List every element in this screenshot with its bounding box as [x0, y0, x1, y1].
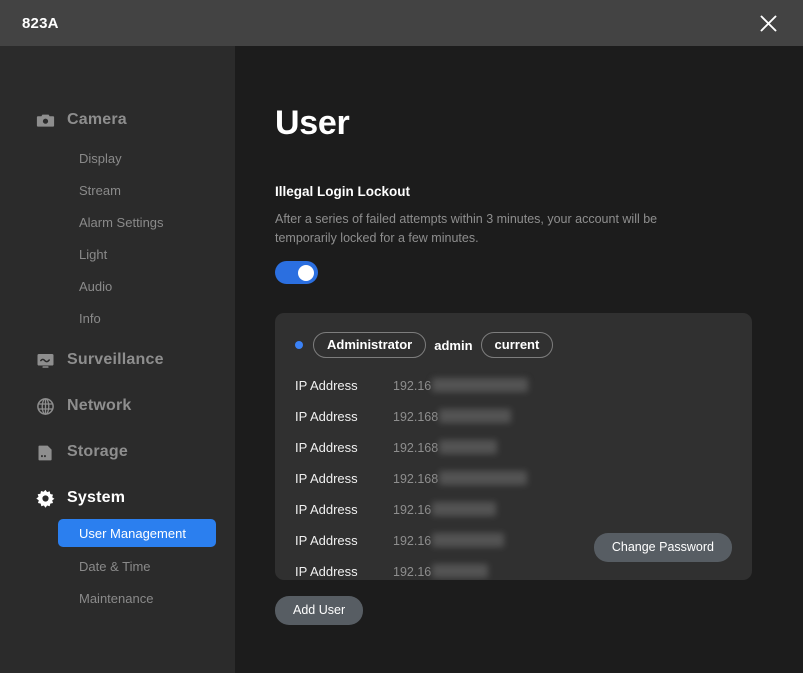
ip-address-label: IP Address [295, 378, 358, 393]
user-card-header: Administrator admin current [295, 332, 732, 358]
sidebar-item-light[interactable]: Light [0, 238, 235, 270]
page-title: User [275, 104, 350, 142]
ip-address-value: 192.16 [393, 502, 497, 517]
close-button[interactable] [745, 0, 791, 46]
redacted-ip-mask [439, 409, 512, 423]
ip-address-label: IP Address [295, 471, 358, 486]
sidebar-item-stream[interactable]: Stream [0, 174, 235, 206]
ip-address-value: 192.16 [393, 378, 529, 393]
role-pill[interactable]: Administrator [313, 332, 427, 358]
globe-icon [34, 395, 56, 417]
lockout-description: After a series of failed attempts within… [275, 212, 658, 245]
sidebar-group-camera[interactable]: Camera [0, 102, 235, 138]
sidebar-item-info[interactable]: Info [0, 302, 235, 334]
ip-address-value: 192.16 [393, 564, 489, 579]
ip-address-label: IP Address [295, 564, 358, 579]
ip-address-row: IP Address 192.168 [295, 463, 732, 494]
status-dot-icon [295, 341, 303, 349]
sidebar-item-date-time[interactable]: Date & Time [0, 550, 235, 582]
ip-address-value: 192.168 [393, 471, 528, 486]
sidebar-group-surveillance[interactable]: Surveillance [0, 342, 235, 378]
redacted-ip-mask [439, 471, 528, 485]
ip-address-row: IP Address 192.168 [295, 432, 732, 463]
add-user-wrapper: Add User [275, 596, 763, 625]
window-title: 823A [22, 14, 59, 32]
ip-address-row: IP Address 192.168 [295, 401, 732, 432]
ip-address-value: 192.168 [393, 440, 498, 455]
sdcard-icon [34, 441, 56, 463]
sidebar-group-label: Network [67, 397, 132, 414]
redacted-ip-mask [432, 564, 489, 578]
sidebar-item-alarm-settings[interactable]: Alarm Settings [0, 206, 235, 238]
redacted-ip-mask [432, 502, 497, 516]
sidebar-group-label: Camera [67, 111, 127, 128]
gear-icon [34, 487, 56, 509]
sidebar-group-system[interactable]: System [0, 480, 235, 516]
ip-address-label: IP Address [295, 533, 358, 548]
ip-address-label: IP Address [295, 440, 358, 455]
sidebar: Camera Display Stream Alarm Settings Light Au… [0, 46, 235, 673]
sidebar-group-storage[interactable]: Storage [0, 434, 235, 470]
sidebar-group-label: System [67, 489, 126, 506]
monitor-icon [34, 349, 56, 371]
sidebar-item-user-management[interactable]: User Management [58, 519, 216, 547]
close-icon [759, 14, 778, 33]
sidebar-group-label: Surveillance [67, 351, 164, 368]
ip-address-value: 192.168 [393, 409, 512, 424]
sidebar-item-maintenance[interactable]: Maintenance [0, 582, 235, 614]
title-bar: 823A [0, 0, 803, 46]
sidebar-item-audio[interactable]: Audio [0, 270, 235, 302]
lockout-section-title: Illegal Login Lockout [275, 184, 410, 199]
sidebar-group-label: Storage [67, 443, 128, 460]
redacted-ip-mask [432, 378, 529, 392]
user-card: Administrator admin current IP Address 19… [275, 313, 752, 580]
add-user-button[interactable]: Add User [275, 596, 364, 625]
ip-address-value: 192.16 [393, 533, 505, 548]
redacted-ip-mask [432, 533, 505, 547]
redacted-ip-mask [439, 440, 498, 454]
app-window: 823A Camera Display Stream Alarm Settings Li… [0, 0, 803, 673]
ip-address-label: IP Address [295, 502, 358, 517]
main-content: User Illegal Login Lockout After a serie… [235, 46, 803, 673]
sidebar-item-display[interactable]: Display [0, 142, 235, 174]
current-status-pill[interactable]: current [480, 332, 554, 358]
toggle-knob [298, 264, 314, 281]
sidebar-group-network[interactable]: Network [0, 388, 235, 424]
username-label: admin [434, 337, 473, 353]
ip-address-row: IP Address 192.16 [295, 494, 732, 525]
ip-address-label: IP Address [295, 409, 358, 424]
change-password-button[interactable]: Change Password [593, 533, 732, 562]
change-password-wrapper: Change Password [593, 533, 732, 562]
camera-icon [34, 109, 56, 131]
ip-address-row: IP Address 192.16 [295, 370, 732, 401]
illegal-login-lockout-toggle[interactable] [275, 261, 318, 284]
